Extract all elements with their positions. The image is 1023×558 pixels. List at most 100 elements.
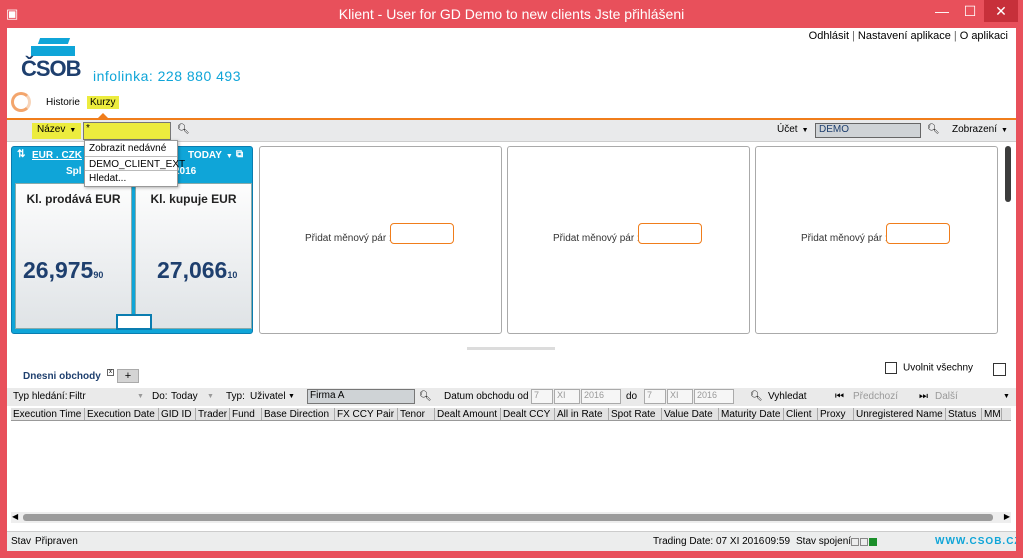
close-button[interactable]: ✕ [984, 0, 1018, 22]
search-type-select[interactable]: Filtr [69, 391, 86, 402]
date-to-label: do [626, 391, 638, 402]
column-header[interactable]: Unregistered Name [854, 408, 946, 420]
menu-item-demo-client[interactable]: DEMO_CLIENT_EXT [85, 156, 185, 171]
from-month-spinner[interactable]: XI [554, 389, 580, 404]
column-header[interactable]: All in Rate [555, 408, 609, 420]
chevron-down-icon[interactable]: ▼ [288, 393, 295, 400]
to-label: Do: [152, 391, 168, 402]
spread-box [116, 314, 152, 330]
add-pair-input[interactable] [638, 223, 702, 244]
account-input[interactable]: DEMO [815, 123, 921, 138]
next-button[interactable]: Další [935, 391, 958, 402]
release-all-button[interactable]: Uvolnit všechny [885, 362, 973, 374]
sell-label: Kl. prodává EUR [26, 192, 121, 206]
column-header[interactable]: Execution Time [11, 408, 85, 420]
pane-splitter[interactable] [467, 347, 555, 350]
search-icon[interactable]: 🔍︎ [177, 124, 190, 135]
section-title: Dnesni obchody [23, 371, 101, 382]
zobrazeni-dropdown[interactable]: Zobrazení ▼ [952, 124, 1008, 135]
swirl-icon [11, 92, 31, 112]
column-header[interactable]: MM [982, 408, 1002, 420]
next-icon[interactable]: ⏭ [919, 391, 928, 402]
add-pair-label: Přidat měnový pár : [553, 233, 640, 244]
buy-quote-button[interactable]: Kl. kupuje EUR 27,06610 [135, 183, 252, 329]
chevron-down-icon[interactable]: ▼ [207, 393, 214, 400]
column-header[interactable]: Maturity Date [719, 408, 784, 420]
nazev-dropdown[interactable]: Název ▼ [32, 123, 82, 139]
from-day-spinner[interactable]: 7 [531, 389, 553, 404]
scroll-right-icon[interactable]: ▶ [1004, 512, 1010, 521]
column-header[interactable]: Spot Rate [609, 408, 662, 420]
status-value: Připraven [35, 536, 78, 547]
column-header[interactable]: Tenor [398, 408, 435, 420]
popout-icon[interactable]: ⧉ [236, 149, 243, 160]
tenor-dropdown[interactable]: TODAY ▼ [188, 150, 233, 161]
settlement-label: Spl [66, 166, 82, 177]
from-year-spinner[interactable]: 2016 [581, 389, 621, 404]
to-month-spinner[interactable]: XI [667, 389, 693, 404]
column-header[interactable]: Trader [196, 408, 230, 420]
swap-icon[interactable]: ⇅ [17, 149, 25, 160]
scroll-left-icon[interactable]: ◀ [12, 512, 18, 521]
currency-pair[interactable]: EUR . CZK [32, 150, 82, 161]
column-header[interactable]: GID ID [159, 408, 196, 420]
trading-date: Trading Date: 07 XI 2016 [653, 536, 765, 547]
tab-kurzy[interactable]: Kurzy [87, 96, 119, 109]
website-link[interactable]: WWW.CSOB.CZ [935, 536, 1016, 547]
add-pair-label: Přidat měnový pár : [305, 233, 392, 244]
type-select[interactable]: Uživatel [250, 391, 286, 402]
column-header[interactable]: Dealt Amount [435, 408, 501, 420]
sell-quote-button[interactable]: Kl. prodává EUR 26,97590 [15, 183, 132, 329]
trades-grid-header: Execution Time Execution Date GID ID Trader… [11, 408, 1011, 421]
ucet-dropdown[interactable]: Účet ▼ [777, 124, 809, 135]
search-button[interactable]: Vyhledat [768, 391, 807, 402]
empty-tile-2: Přidat měnový pár : [507, 146, 750, 334]
column-header[interactable]: Fund [230, 408, 262, 420]
column-header[interactable]: Status [946, 408, 982, 420]
to-year-spinner[interactable]: 2016 [694, 389, 734, 404]
column-header[interactable]: Proxy [818, 408, 854, 420]
search-input[interactable]: * [83, 122, 171, 140]
window-title: Klient - User for GD Demo to new clients… [338, 6, 685, 22]
search-icon[interactable]: 🔍︎ [750, 391, 763, 402]
prev-icon[interactable]: ⏮ [835, 391, 844, 402]
column-header[interactable]: Client [784, 408, 818, 420]
empty-tile-3: Přidat měnový pár : [755, 146, 998, 334]
top-links: Odhlásit | Nastavení aplikace | O aplikaci [808, 30, 1008, 42]
close-tab-icon[interactable]: x [107, 369, 114, 376]
column-header[interactable]: Execution Date [85, 408, 159, 420]
connection-label: Stav spojení [796, 536, 852, 547]
window-icon[interactable] [993, 363, 1006, 376]
grid-horizontal-scrollbar[interactable]: ◀ ▶ [11, 512, 1011, 523]
buy-label: Kl. kupuje EUR [150, 192, 237, 206]
tiles-scrollbar[interactable] [1004, 146, 1012, 334]
column-header[interactable]: Dealt CCY [501, 408, 555, 420]
to-day-spinner[interactable]: 7 [644, 389, 666, 404]
toolbar: Název ▼ * 🔍︎ Účet ▼ DEMO 🔍︎ Zobrazení ▼ [7, 120, 1016, 142]
column-header[interactable]: FX CCY Pair [335, 408, 398, 420]
prev-button[interactable]: Předchozí [853, 391, 898, 402]
about-link[interactable]: O aplikaci [960, 30, 1008, 42]
add-tab-button[interactable]: + [117, 369, 139, 383]
account-search-icon[interactable]: 🔍︎ [927, 124, 940, 135]
add-pair-input[interactable] [390, 223, 454, 244]
chevron-down-icon[interactable]: ▼ [137, 393, 144, 400]
logout-link[interactable]: Odhlásit [809, 30, 849, 42]
column-header[interactable]: Base Direction [262, 408, 335, 420]
column-header[interactable]: Value Date [662, 408, 719, 420]
menu-item-search[interactable]: Hledat... [85, 171, 177, 186]
app-window: ▣ Klient - User for GD Demo to new clien… [0, 0, 1023, 558]
columns-chevron-icon[interactable]: ▼ [1003, 393, 1010, 400]
status-label: Stav [11, 536, 32, 547]
add-pair-input[interactable] [886, 223, 950, 244]
maximize-button[interactable]: ☐ [956, 0, 984, 22]
to-select[interactable]: Today [171, 391, 198, 402]
firm-input[interactable]: Firma A [307, 389, 415, 404]
firm-search-icon[interactable]: 🔍︎ [419, 391, 432, 402]
minimize-button[interactable]: — [928, 0, 956, 22]
settings-link[interactable]: Nastavení aplikace [858, 30, 951, 42]
menu-item-recent[interactable]: Zobrazit nedávné [85, 141, 177, 156]
filter-bar: Typ hledání: Filtr ▼ Do: Today ▼ Typ: Už… [7, 388, 1016, 406]
tab-historie[interactable]: Historie [43, 96, 83, 109]
name-dropdown-menu: Zobrazit nedávné DEMO_CLIENT_EXT Hledat.… [84, 140, 185, 187]
